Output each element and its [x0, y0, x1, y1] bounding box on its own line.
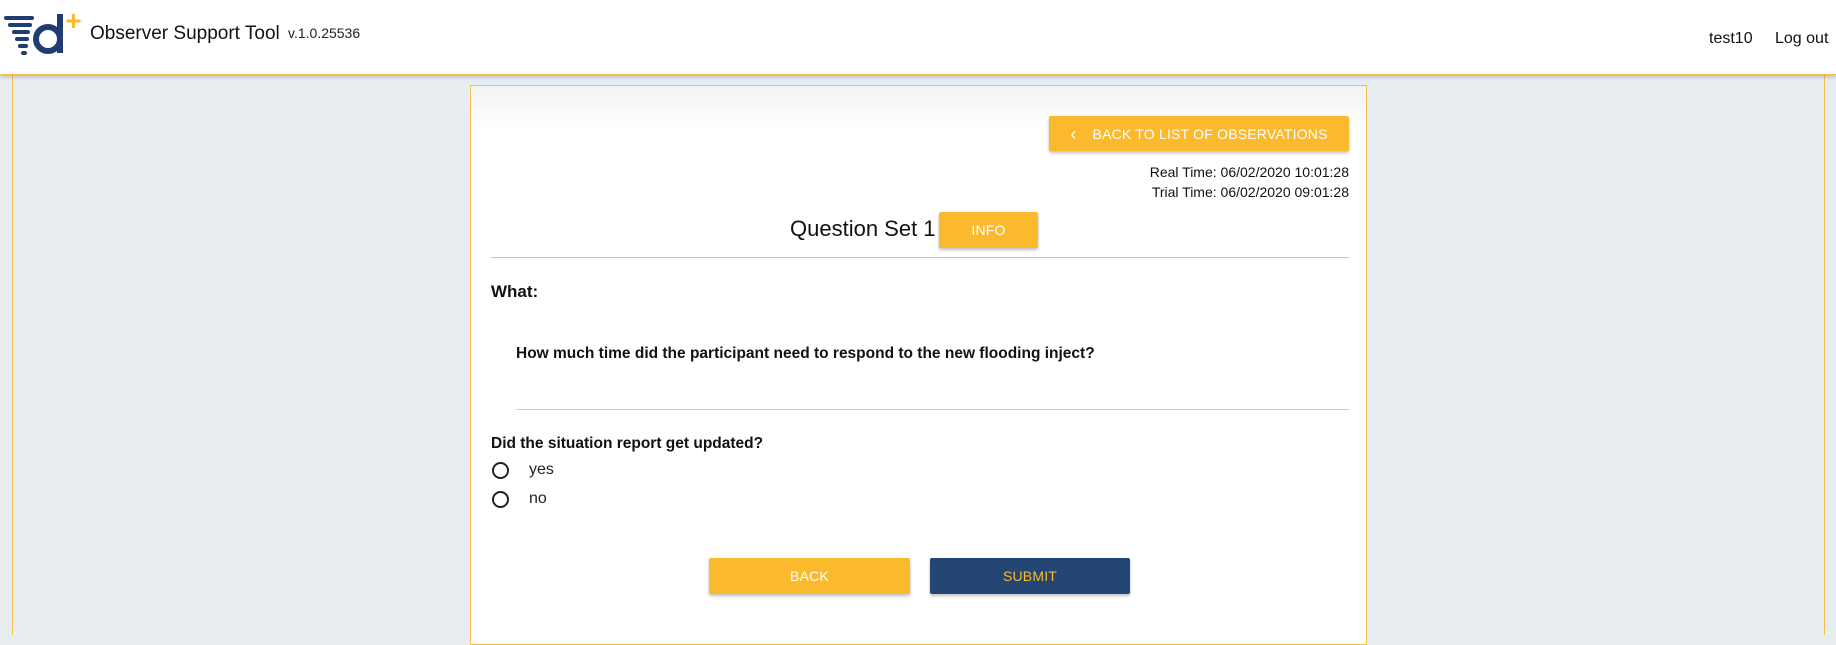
info-button[interactable]: INFO [939, 212, 1038, 248]
current-user: test10 [1709, 30, 1753, 47]
open-answer-field[interactable] [516, 409, 1349, 410]
back-button[interactable]: BACK [709, 558, 910, 594]
radio-button[interactable] [492, 490, 509, 508]
back-button-label: BACK [790, 568, 829, 584]
back-to-list-label: BACK TO LIST OF OBSERVATIONS [1092, 125, 1328, 142]
radio-question-label: Did the situation report get updated? [491, 435, 764, 452]
real-time-readout: Real Time: 06/02/2020 10:01:28 [1149, 164, 1349, 180]
radio-option-label: yes [529, 461, 554, 478]
radio-option-yes[interactable]: yes [492, 461, 554, 479]
info-button-label: INFO [971, 222, 1006, 238]
title-divider [491, 257, 1349, 258]
submit-button-label: SUBMIT [1002, 568, 1058, 584]
radio-option-no[interactable]: no [492, 490, 547, 508]
trial-time-readout: Trial Time: 06/02/2020 09:01:28 [1151, 184, 1349, 200]
radio-option-label: no [529, 490, 547, 507]
open-question-text: How much time did the participant need t… [516, 345, 1095, 362]
app-version: v.1.0.25536 [288, 25, 361, 41]
drivers-plus-logo-icon[interactable] [2, 10, 88, 58]
top-app-bar: Observer Support Tool v.1.0.25536 test10… [0, 0, 1836, 75]
logout-link[interactable]: Log out [1775, 30, 1828, 48]
app-title: Observer Support Tool [90, 23, 280, 44]
what-section-label: What: [491, 282, 539, 301]
back-to-list-button[interactable]: ‹ BACK TO LIST OF OBSERVATIONS [1049, 116, 1349, 151]
radio-button[interactable] [492, 461, 509, 479]
question-set-title: Question Set 1 [790, 216, 936, 241]
chevron-left-icon: ‹ [1070, 123, 1077, 144]
submit-button[interactable]: SUBMIT [930, 558, 1130, 594]
